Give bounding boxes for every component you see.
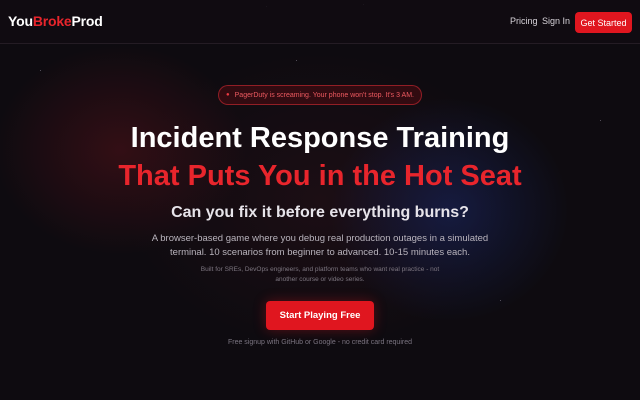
nav-link-pricing[interactable]: Pricing xyxy=(510,16,538,26)
background-star xyxy=(600,120,601,121)
background-star xyxy=(296,60,297,61)
hero-subtitle: Can you fix it before everything burns? xyxy=(171,204,469,221)
brand-logo-part-prod: Prod xyxy=(71,13,103,29)
hero-title-line-2: That Puts You in the Hot Seat xyxy=(118,160,522,192)
get-started-button[interactable]: Get Started xyxy=(575,12,632,33)
brand-logo[interactable]: YouBrokeProd xyxy=(8,13,103,29)
nav-link-sign-in[interactable]: Sign In xyxy=(542,16,570,26)
hero-description: A browser-based game where you debug rea… xyxy=(151,233,489,258)
alert-text: PagerDuty is screaming. Your phone won't… xyxy=(234,91,414,99)
brand-logo-part-you: You xyxy=(8,13,33,29)
alert-dot-icon: ● xyxy=(226,92,230,98)
incident-alert-pill: ● PagerDuty is screaming. Your phone won… xyxy=(218,85,422,105)
brand-logo-part-broke: Broke xyxy=(32,13,72,29)
background-star xyxy=(500,300,501,301)
start-playing-free-button[interactable]: Start Playing Free xyxy=(266,301,374,330)
top-navbar: YouBrokeProd Pricing Sign In Get Started xyxy=(0,0,640,44)
audience-note: Built for SREs, DevOps engineers, and pl… xyxy=(200,266,440,283)
signup-footnote: Free signup with GitHub or Google - no c… xyxy=(227,339,413,346)
hero-title-line-1: Incident Response Training xyxy=(130,122,510,154)
background-star xyxy=(40,70,41,71)
